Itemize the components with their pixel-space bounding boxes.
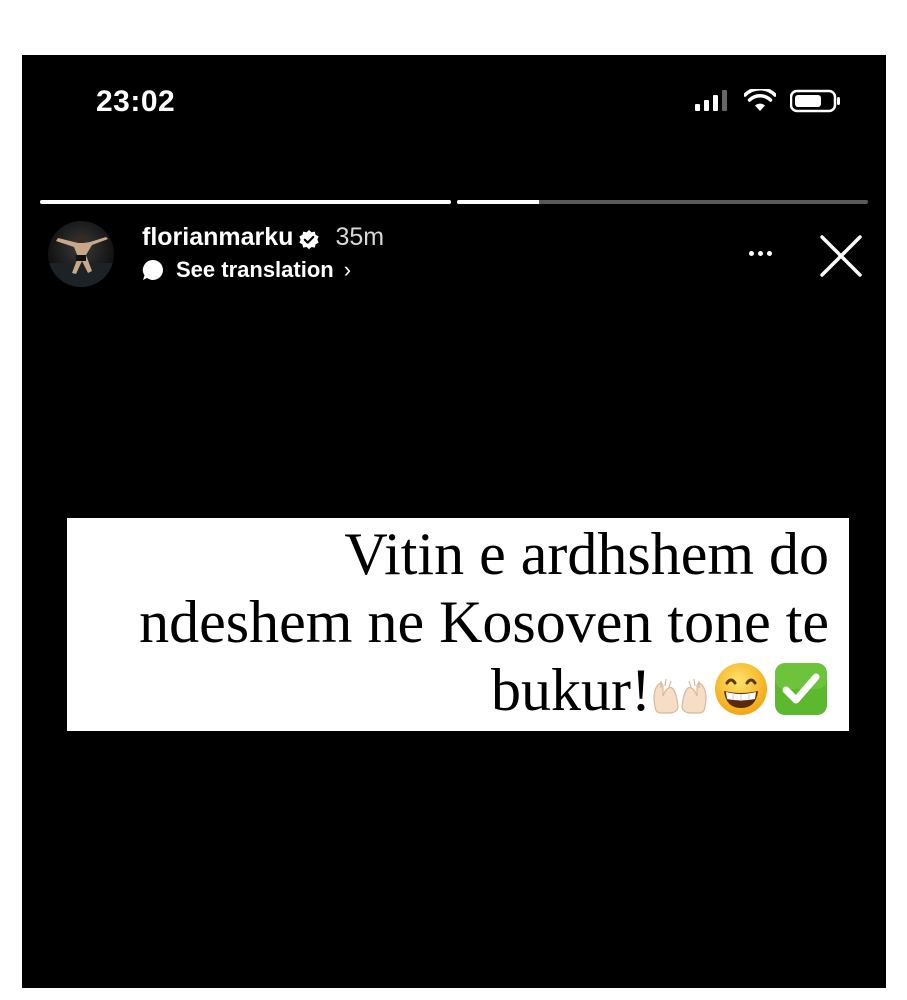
progress-segment-1 [40, 200, 451, 204]
more-dot-icon [757, 250, 763, 256]
more-dot-icon [748, 250, 754, 256]
story-time-ago: 35m [335, 223, 385, 251]
sticker-line-2: ndeshem ne Kosoven tone te [139, 589, 829, 655]
username[interactable]: florianmarku [142, 223, 293, 252]
battery-icon [789, 89, 842, 118]
sticker-line-3: bukur! [69, 656, 829, 731]
story-header-user: florianmarku 35m [142, 223, 384, 252]
sticker-line-1: Vitin e ardhshem do [344, 521, 829, 587]
story-text-sticker: Vitin e ardhshem do ndeshem ne Kosoven t… [67, 518, 849, 731]
status-bar-icons [694, 87, 842, 118]
see-translation-link[interactable]: See translation › [142, 257, 351, 283]
story-viewer: 23:02 florianmarku 35m See translation ›… [22, 55, 886, 988]
sticker-emojis [651, 661, 829, 731]
sticker-line-3-text: bukur! [491, 657, 651, 723]
progress-segment-2-fill [457, 200, 540, 204]
sticker-text-block: Vitin e ardhshem do ndeshem ne Kosoven t… [69, 520, 829, 731]
status-bar-time: 23:02 [96, 85, 176, 118]
more-options-button[interactable] [742, 235, 778, 271]
more-dot-icon [766, 250, 772, 256]
close-button[interactable] [818, 233, 864, 279]
verified-badge-icon [299, 228, 320, 249]
chat-bubble-icon [142, 259, 164, 281]
check-mark-button-icon [773, 661, 829, 731]
avatar[interactable] [48, 221, 114, 287]
close-icon [820, 235, 862, 277]
palms-up-together-icon [651, 662, 709, 730]
grinning-face-icon [713, 661, 769, 731]
see-translation-label: See translation [176, 257, 334, 282]
wifi-icon [743, 87, 777, 118]
signal-icon [694, 90, 730, 117]
progress-segment-2 [457, 200, 868, 204]
progress-segment-1-fill [40, 200, 451, 204]
chevron-right-icon: › [343, 257, 352, 282]
story-progress-bar [40, 200, 868, 204]
